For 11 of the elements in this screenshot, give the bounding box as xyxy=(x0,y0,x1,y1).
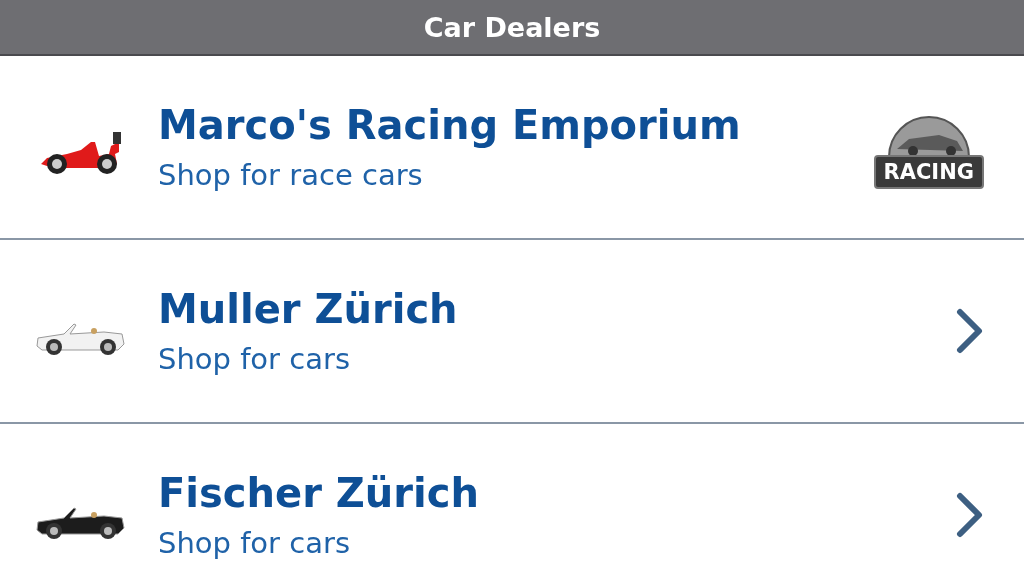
dealer-row[interactable]: Marco's Racing Emporium Shop for race cars RACING xyxy=(0,56,1024,240)
dealer-subtitle: Shop for cars xyxy=(158,342,351,376)
dealer-row[interactable]: Muller Zürich Shop for cars xyxy=(0,240,1024,424)
dealer-name: Muller Zürich xyxy=(158,286,459,332)
header-title: Car Dealers xyxy=(423,11,601,43)
dealer-subtitle: Shop for race cars xyxy=(158,158,424,192)
dealer-subtitle: Shop for cars xyxy=(158,526,351,560)
dealer-name: Fischer Zürich xyxy=(158,470,480,516)
racing-badge: RACING xyxy=(873,105,984,189)
dealer-name: Marco's Racing Emporium xyxy=(158,102,742,148)
dealer-row[interactable]: Fischer Zürich Shop for cars xyxy=(0,424,1024,576)
